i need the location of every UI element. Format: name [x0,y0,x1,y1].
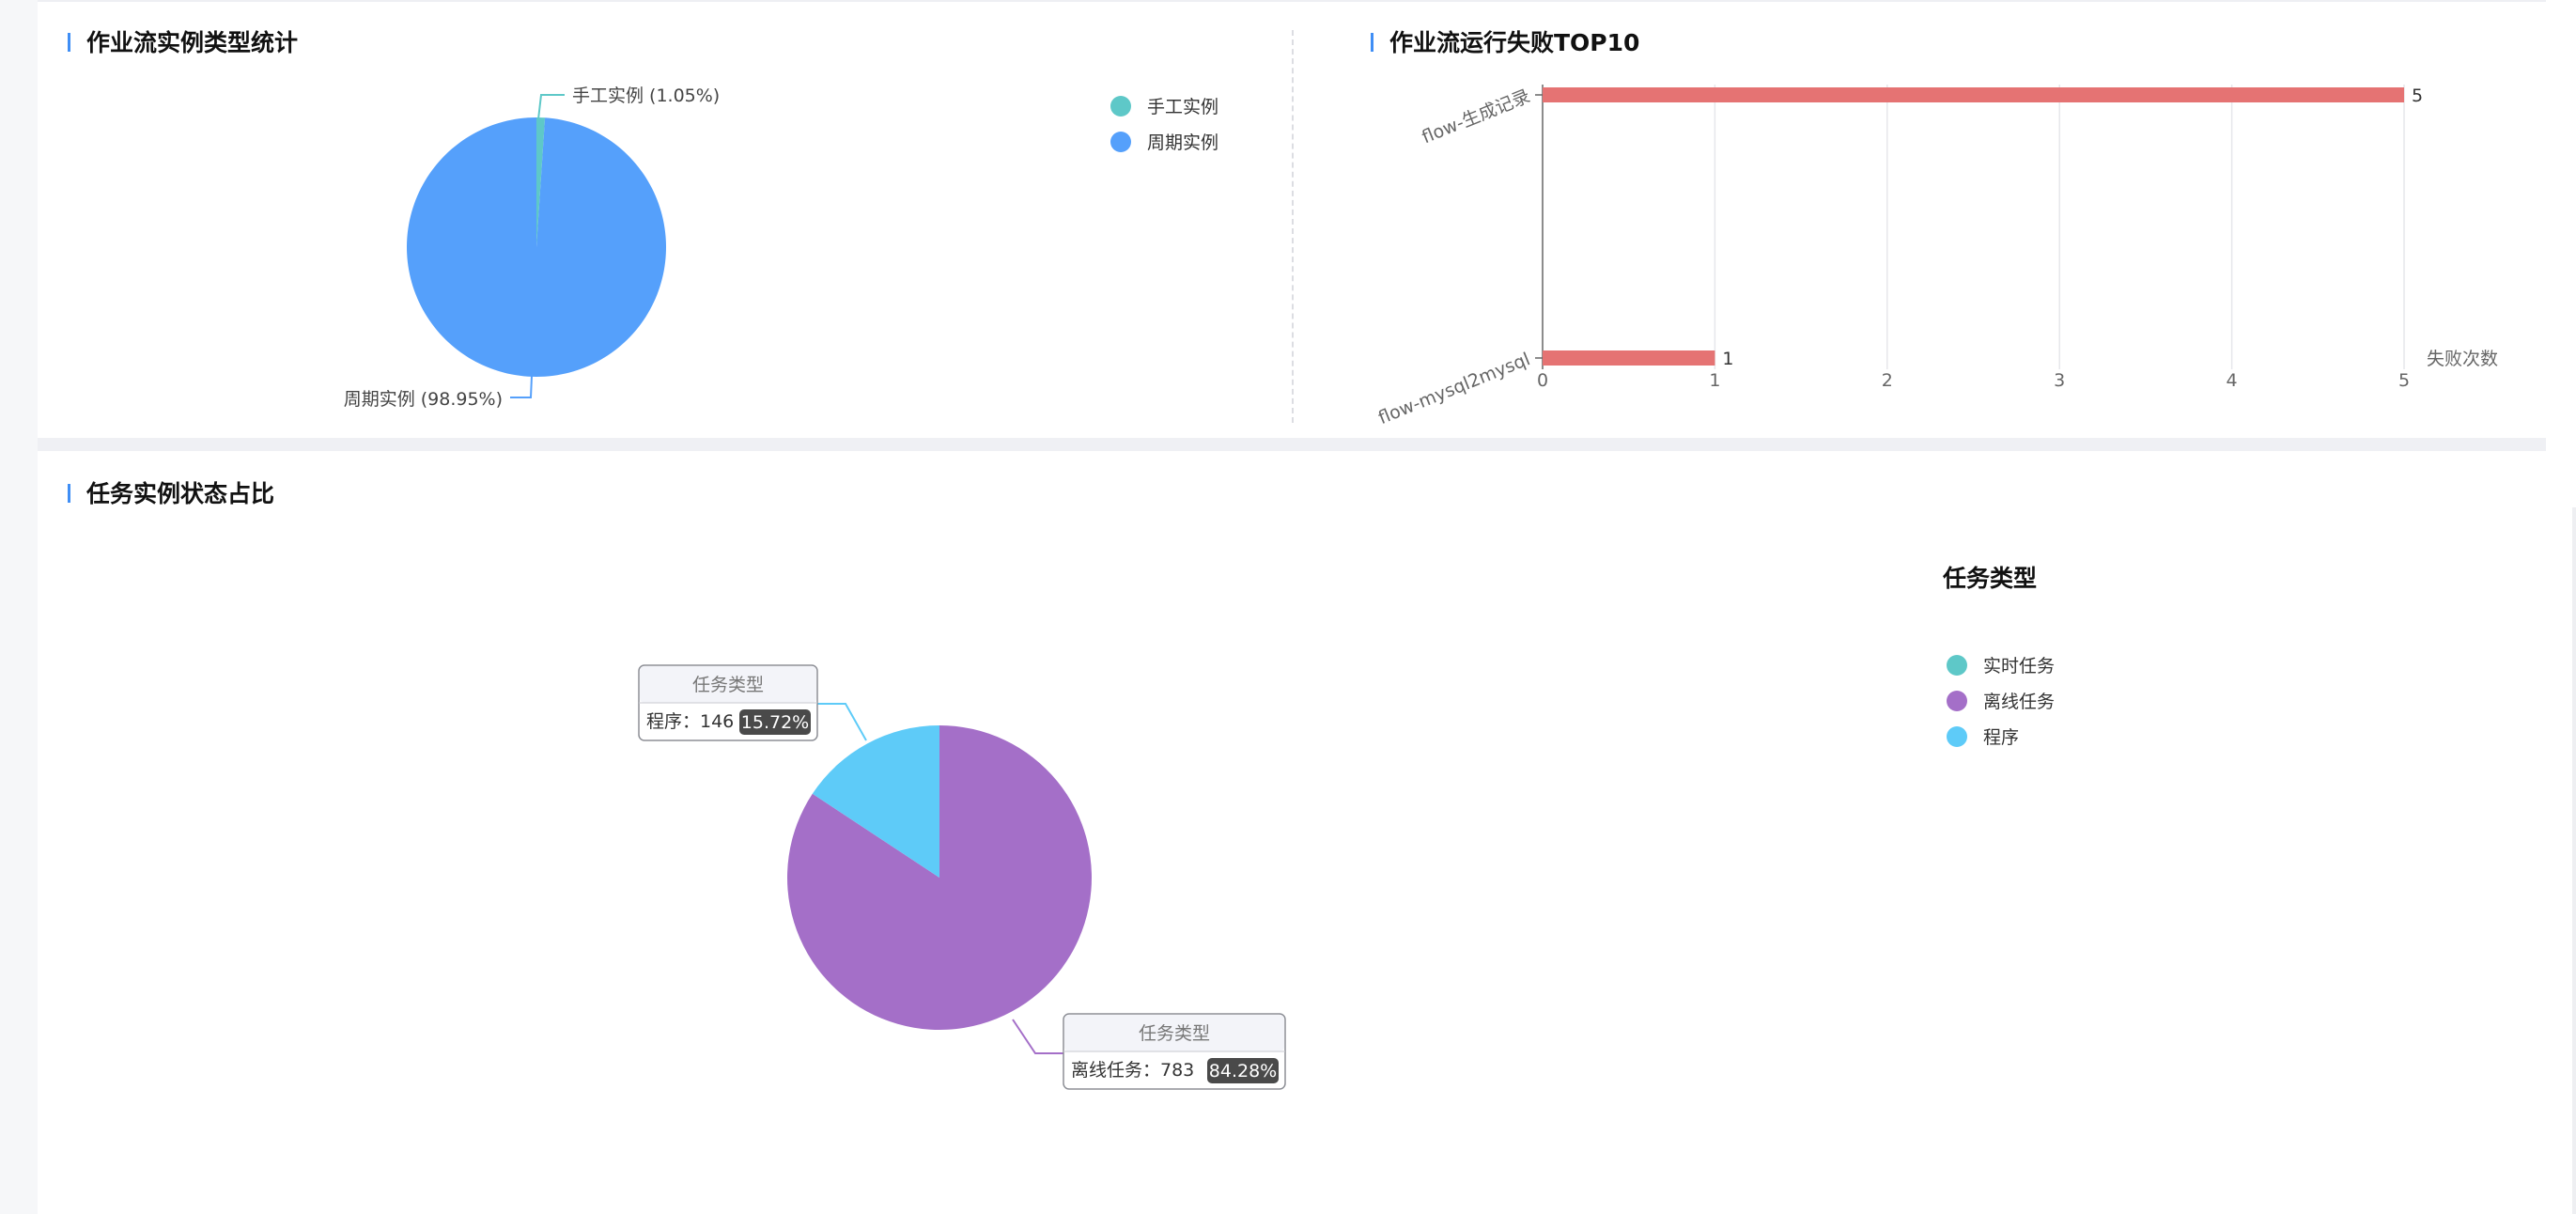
failure-bar [1543,87,2404,102]
x-tick-label: 2 [1882,370,1893,391]
tooltip-title: 任务类型 [692,675,764,695]
bar-value-label: 5 [2412,86,2423,106]
percent-badge: 84.28% [1209,1061,1277,1082]
x-tick-label: 5 [2398,370,2410,391]
tooltip-value: 离线任务：783 [1071,1060,1194,1081]
legend-title: 任务类型 [1942,565,2037,592]
legend-label: 手工实例 [1147,97,1218,117]
tooltip-leader-offline [1012,1019,1063,1054]
x-tick-label: 0 [1537,370,1548,391]
tooltip-program: 任务类型程序：146 15.72% [638,664,818,741]
pie-slice-periodic [407,117,666,377]
tooltip-offline: 任务类型离线任务：783 84.28% [1063,1013,1286,1090]
x-tick-label: 4 [2227,370,2238,391]
percent-badge: 15.72% [741,712,809,733]
slice-label-periodic: 周期实例 (98.95%) [344,389,503,410]
legend-dot [1947,726,1967,747]
legend-label: 离线任务 [1983,692,2055,712]
legend-dot [1947,655,1967,676]
failure-bar [1543,350,1715,366]
legend-label: 周期实例 [1147,132,1218,153]
y-category-label: flow-mysql2mysql [1375,349,1533,428]
legend-dot [1110,132,1131,152]
tooltip-value: 程序：146 [646,711,734,732]
label-line-periodic [510,375,533,398]
legend-label: 实时任务 [1983,656,2055,677]
x-axis-label: 失败次数 [2427,349,2498,369]
label-line-manual [537,94,565,120]
slice-label-manual: 手工实例 (1.05%) [572,86,720,106]
legend-dot [1947,691,1967,711]
x-tick-label: 1 [1709,370,1720,391]
tooltip-leader-program [817,703,867,741]
bar-value-label: 1 [1722,349,1733,369]
tooltip-title: 任务类型 [1139,1023,1210,1044]
legend-label: 程序 [1983,727,2019,748]
y-category-label: flow-生成记录 [1420,86,1533,148]
x-tick-label: 3 [2054,370,2065,391]
charts-canvas: 手工实例 (1.05%)周期实例 (98.95%)手工实例周期实例0 1 2 3 4 5失… [344,85,2498,1090]
legend-dot [1110,96,1131,117]
